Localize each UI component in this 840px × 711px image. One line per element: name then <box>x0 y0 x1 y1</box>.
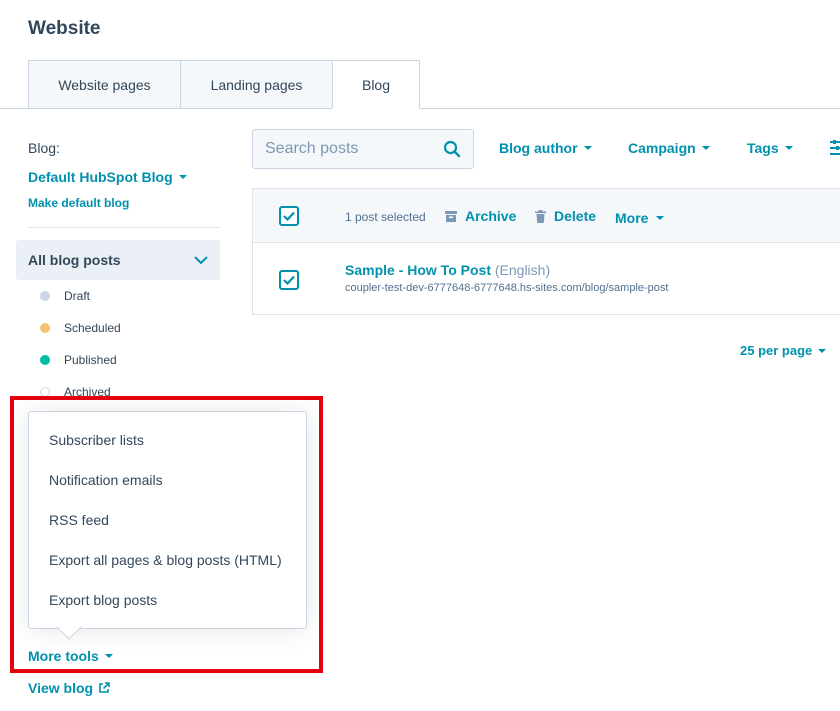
more-actions-dropdown[interactable]: More <box>615 210 665 226</box>
caret-down-icon <box>178 175 187 179</box>
post-url: coupler-test-dev-6777648-6777648.hs-site… <box>345 282 669 294</box>
caret-down-icon <box>656 216 665 220</box>
archive-icon <box>445 210 457 222</box>
chevron-down-icon <box>194 255 208 264</box>
status-dot-icon <box>40 291 50 301</box>
checkmark-icon <box>283 211 295 221</box>
view-blog-label: View blog <box>28 680 94 696</box>
select-all-checkbox[interactable] <box>279 206 299 226</box>
menu-item-notification-emails[interactable]: Notification emails <box>29 460 306 500</box>
page-title: Website <box>28 18 101 39</box>
blog-author-filter[interactable]: Blog author <box>499 140 592 156</box>
external-link-icon <box>99 682 110 693</box>
trash-icon <box>535 209 546 223</box>
selection-count: 1 post selected <box>345 210 426 224</box>
filter-label: Blog author <box>499 140 578 156</box>
per-page-label: 25 per page <box>740 343 813 358</box>
sidebar-item-scheduled[interactable]: Scheduled <box>40 321 121 335</box>
sidebar-divider <box>28 227 220 228</box>
menu-item-export-blog-posts[interactable]: Export blog posts <box>29 580 306 620</box>
more-tools-menu: Subscriber lists Notification emails RSS… <box>28 411 307 629</box>
post-title-link[interactable]: Sample - How To Post (English) <box>345 262 550 278</box>
menu-item-export-all-html[interactable]: Export all pages & blog posts (HTML) <box>29 540 306 580</box>
post-language: (English) <box>494 262 551 278</box>
tab-blog[interactable]: Blog <box>332 60 420 109</box>
status-dot-icon <box>40 387 50 397</box>
filter-sliders-icon[interactable] <box>828 140 840 156</box>
tab-divider <box>0 108 840 109</box>
archive-button[interactable]: Archive <box>445 208 516 224</box>
menu-item-rss-feed[interactable]: RSS feed <box>29 500 306 540</box>
tab-website-pages[interactable]: Website pages <box>28 60 181 109</box>
blog-posts-table: 1 post selected Archive Delete More Samp… <box>252 188 840 315</box>
menu-item-subscriber-lists[interactable]: Subscriber lists <box>29 420 306 460</box>
delete-button[interactable]: Delete <box>535 208 596 224</box>
table-header: 1 post selected Archive Delete More <box>253 189 840 243</box>
filter-label: Tags <box>747 140 779 156</box>
more-tools-button[interactable]: More tools <box>28 648 113 664</box>
caret-down-icon <box>583 146 592 150</box>
row-checkbox[interactable] <box>279 270 299 290</box>
tab-bar: Website pages Landing pages Blog <box>28 60 420 109</box>
search-box <box>252 129 474 169</box>
view-blog-link[interactable]: View blog <box>28 680 110 696</box>
caret-down-icon <box>701 146 710 150</box>
status-dot-icon <box>40 355 50 365</box>
checkmark-icon <box>283 275 295 285</box>
blog-label: Blog: <box>28 140 60 156</box>
sidebar-item-all-blog-posts[interactable]: All blog posts <box>16 240 220 280</box>
search-input[interactable] <box>265 140 425 158</box>
status-label: Scheduled <box>64 321 121 335</box>
status-label: Published <box>64 353 117 367</box>
status-dot-icon <box>40 323 50 333</box>
sidebar-item-archived[interactable]: Archived <box>40 385 111 399</box>
more-label: More <box>615 210 649 226</box>
sidebar-item-draft[interactable]: Draft <box>40 289 90 303</box>
archive-label: Archive <box>465 208 517 224</box>
per-page-dropdown[interactable]: 25 per page <box>740 343 827 358</box>
caret-down-icon <box>784 146 793 150</box>
more-tools-label: More tools <box>28 648 99 664</box>
delete-label: Delete <box>554 208 597 224</box>
tags-filter[interactable]: Tags <box>747 140 793 156</box>
search-icon[interactable] <box>443 140 461 158</box>
status-label: Archived <box>64 385 111 399</box>
sidebar-item-published[interactable]: Published <box>40 353 117 367</box>
make-default-blog-link[interactable]: Make default blog <box>28 196 129 210</box>
post-title: Sample - How To Post <box>345 262 491 278</box>
status-label: Draft <box>64 289 91 303</box>
blog-select-dropdown[interactable]: Default HubSpot Blog <box>28 169 187 185</box>
blog-select-label: Default HubSpot Blog <box>28 169 173 185</box>
caret-down-icon <box>818 348 827 353</box>
caret-down-icon <box>104 654 113 658</box>
sidebar-item-label: All blog posts <box>28 252 121 268</box>
campaign-filter[interactable]: Campaign <box>628 140 710 156</box>
filter-label: Campaign <box>628 140 696 156</box>
table-row[interactable]: Sample - How To Post (English) coupler-t… <box>253 243 840 315</box>
tab-landing-pages[interactable]: Landing pages <box>180 60 333 109</box>
